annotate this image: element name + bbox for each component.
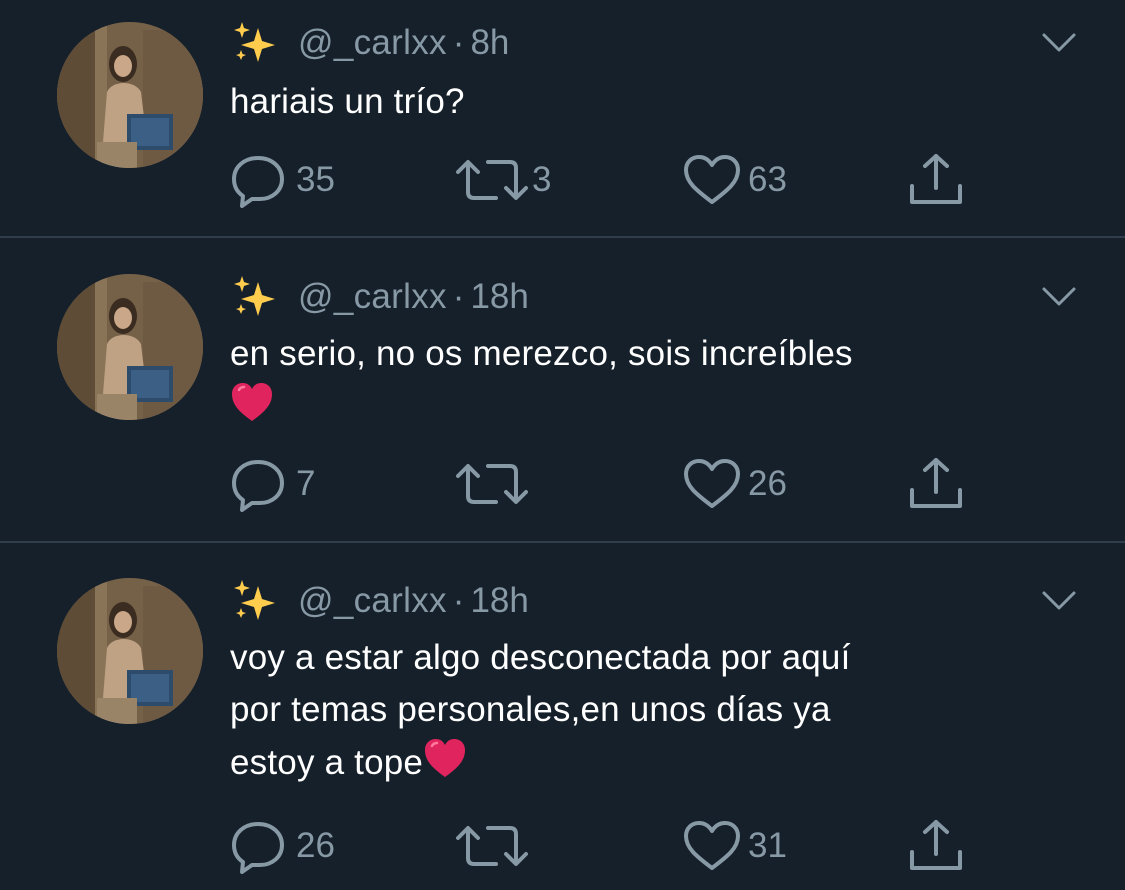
- tweet-text-line: hariais un trío?: [230, 82, 465, 121]
- like-button[interactable]: 31: [682, 818, 787, 874]
- retweet-button[interactable]: [452, 456, 538, 512]
- share-button[interactable]: [906, 818, 966, 874]
- red-heart-emoji-icon: [230, 380, 274, 424]
- avatar[interactable]: [57, 578, 203, 724]
- user-handle[interactable]: @_carlxx: [298, 277, 447, 317]
- like-count: 26: [748, 464, 787, 503]
- like-icon: [682, 456, 742, 512]
- tweet-text-line: estoy a tope: [230, 743, 424, 782]
- retweet-button[interactable]: [452, 818, 538, 874]
- tweet-header: @_carlxx · 8h: [232, 18, 509, 68]
- tweet-text: hariais un trío?: [230, 76, 1050, 128]
- reply-button[interactable]: 35: [230, 152, 335, 208]
- sparkles-icon: [232, 20, 278, 66]
- reply-icon: [230, 818, 290, 874]
- like-button[interactable]: 26: [682, 456, 787, 512]
- share-button[interactable]: [906, 152, 966, 208]
- user-handle[interactable]: @_carlxx: [298, 581, 447, 621]
- retweet-icon: [452, 818, 532, 874]
- tweet-actions: 7 26: [0, 456, 1125, 512]
- separator: ·: [452, 23, 465, 62]
- reply-count: 35: [296, 160, 335, 199]
- tweet-3[interactable]: @_carlxx · 18h voy a estar algo desconec…: [0, 542, 1125, 890]
- sparkles-icon: [232, 578, 278, 624]
- reply-button[interactable]: 7: [230, 456, 315, 512]
- tweet-text-line: en serio, no os merezco, sois increíbles: [230, 334, 853, 373]
- separator: ·: [452, 277, 465, 316]
- retweet-button[interactable]: 3: [452, 152, 551, 208]
- like-button[interactable]: 63: [682, 152, 787, 208]
- share-icon: [906, 456, 966, 512]
- tweet-1[interactable]: @_carlxx · 8h hariais un trío? 35 3 63: [0, 0, 1125, 237]
- separator: ·: [452, 581, 465, 620]
- tweet-header: @_carlxx · 18h: [232, 576, 529, 626]
- tweet-text: voy a estar algo desconectada por aquí p…: [230, 632, 1050, 789]
- sparkles-icon: [232, 274, 278, 320]
- share-icon: [906, 152, 966, 208]
- retweet-count: 3: [532, 160, 552, 199]
- reply-count: 7: [296, 464, 316, 503]
- reply-button[interactable]: 26: [230, 818, 335, 874]
- tweet-header: @_carlxx · 18h: [232, 272, 529, 322]
- like-count: 63: [748, 160, 787, 199]
- share-button[interactable]: [906, 456, 966, 512]
- timestamp[interactable]: 18h: [470, 581, 528, 621]
- like-icon: [682, 818, 742, 874]
- share-icon: [906, 818, 966, 874]
- avatar[interactable]: [57, 22, 203, 168]
- like-count: 31: [748, 826, 787, 865]
- red-heart-emoji-icon: [423, 736, 467, 780]
- chevron-down-icon[interactable]: [1041, 286, 1077, 308]
- tweet-text-line: voy a estar algo desconectada por aquí: [230, 638, 851, 677]
- user-handle[interactable]: @_carlxx: [298, 23, 447, 63]
- reply-icon: [230, 456, 290, 512]
- reply-count: 26: [296, 826, 335, 865]
- retweet-icon: [452, 456, 532, 512]
- chevron-down-icon[interactable]: [1041, 32, 1077, 54]
- tweet-actions: 26 31: [0, 818, 1125, 874]
- avatar[interactable]: [57, 274, 203, 420]
- timestamp[interactable]: 18h: [470, 277, 528, 317]
- tweet-text: en serio, no os merezco, sois increíbles: [230, 328, 1050, 433]
- reply-icon: [230, 152, 290, 208]
- chevron-down-icon[interactable]: [1041, 590, 1077, 612]
- tweet-actions: 35 3 63: [0, 152, 1125, 208]
- retweet-icon: [452, 152, 532, 208]
- tweet-text-line: por temas personales,en unos días ya: [230, 690, 831, 729]
- tweet-2[interactable]: @_carlxx · 18h en serio, no os merezco, …: [0, 238, 1125, 541]
- like-icon: [682, 152, 742, 208]
- timestamp[interactable]: 8h: [470, 23, 509, 63]
